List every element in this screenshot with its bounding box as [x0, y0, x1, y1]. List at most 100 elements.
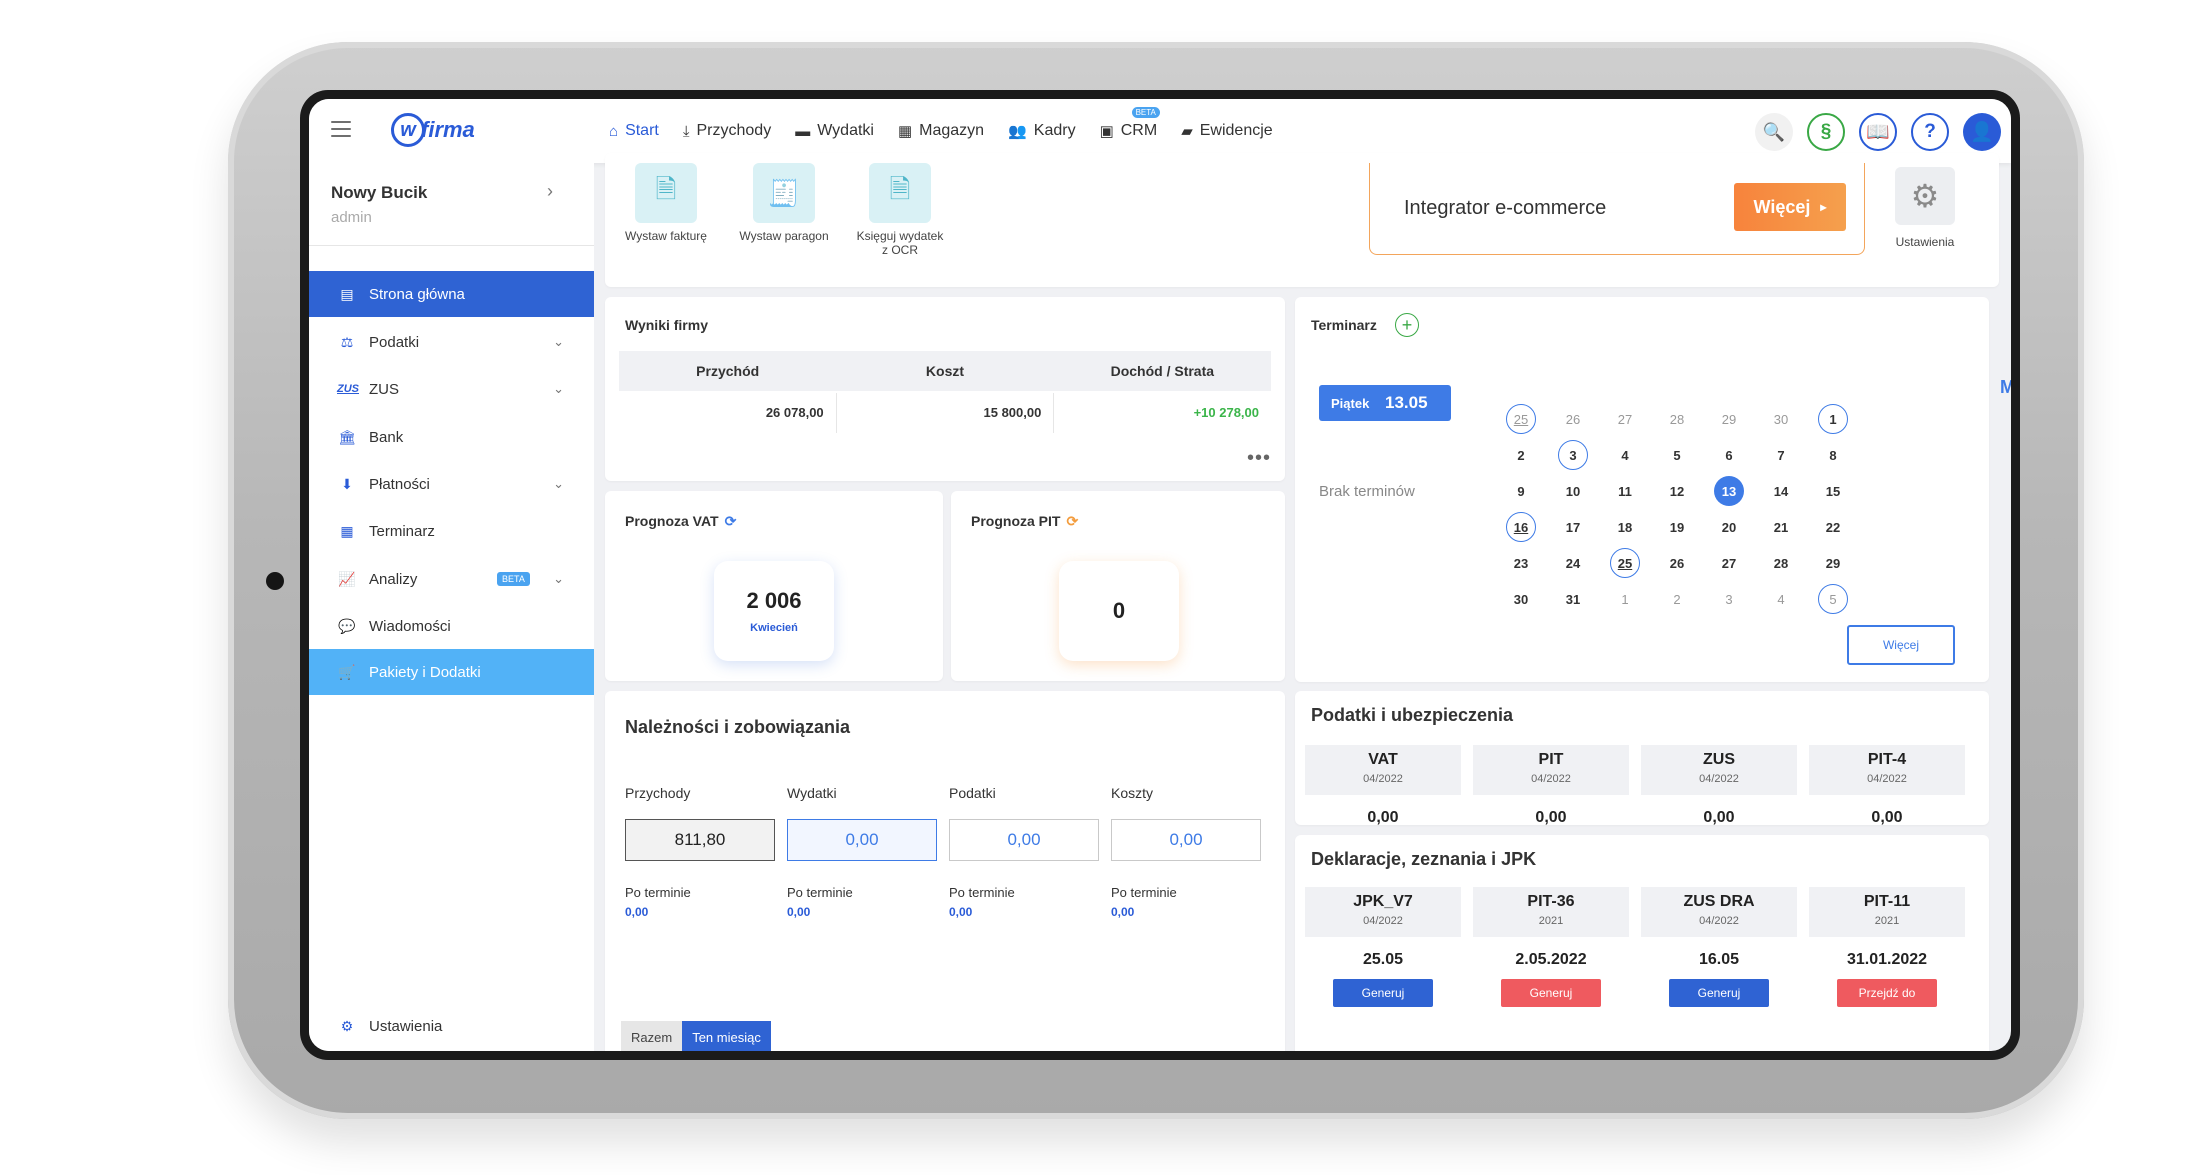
koszty-value-box[interactable]: 0,00: [1111, 819, 1261, 861]
calendar-day[interactable]: 5: [1807, 581, 1859, 617]
calendar-day[interactable]: 13: [1703, 473, 1755, 509]
calendar-day[interactable]: 27: [1703, 545, 1755, 581]
quick-action-ksieguj-ocr[interactable]: 🗎 Księguj wydatek z OCR: [845, 163, 955, 257]
calendar-day[interactable]: 3: [1547, 437, 1599, 473]
calendar-day[interactable]: 6: [1703, 437, 1755, 473]
calendar-day[interactable]: 8: [1807, 437, 1859, 473]
tax-action-button[interactable]: Generuj: [1333, 979, 1433, 1007]
sidebar-item-podatki[interactable]: ⚖ Podatki ⌄: [309, 319, 594, 365]
sidebar-item-wiadomosci[interactable]: 💬 Wiadomości: [309, 603, 594, 649]
gear-icon[interactable]: ⚙: [1895, 167, 1955, 225]
chevron-down-icon[interactable]: ⌄: [553, 334, 564, 350]
calendar-day[interactable]: 12: [1651, 473, 1703, 509]
pit-forecast-box[interactable]: 0: [1059, 561, 1179, 661]
calendar-day[interactable]: 26: [1547, 401, 1599, 437]
vat-forecast-box[interactable]: 2 006 Kwiecień: [714, 561, 834, 661]
chevron-down-icon[interactable]: ⌄: [553, 476, 564, 492]
overdue-label: Po terminie: [949, 885, 1015, 900]
calendar-day[interactable]: 9: [1495, 473, 1547, 509]
calendar-day[interactable]: 26: [1651, 545, 1703, 581]
tax-name: PIT: [1538, 751, 1564, 768]
chart-icon: 📈: [338, 570, 356, 587]
sidebar-item-zus[interactable]: ZUS ZUS ⌄: [309, 366, 594, 412]
tax-action-button[interactable]: Generuj: [1501, 979, 1601, 1007]
calendar-day[interactable]: 2: [1651, 581, 1703, 617]
sidebar-item-bank[interactable]: 🏛 Bank: [309, 414, 594, 460]
paragraph-icon[interactable]: §: [1807, 113, 1845, 151]
tax-value: 0,00: [1535, 809, 1567, 826]
toggle-ten-miesiac[interactable]: Ten miesiąc: [682, 1021, 771, 1051]
calendar-day[interactable]: 31: [1547, 581, 1599, 617]
calendar-day[interactable]: 25: [1495, 401, 1547, 437]
sidebar-item-strona-glowna[interactable]: ▤ Strona główna: [309, 271, 594, 317]
calendar-day[interactable]: 29: [1807, 545, 1859, 581]
company-name[interactable]: Nowy Bucik: [331, 183, 427, 203]
calendar-day[interactable]: 16: [1495, 509, 1547, 545]
calendar-day[interactable]: 18: [1599, 509, 1651, 545]
calendar-day[interactable]: 10: [1547, 473, 1599, 509]
quick-action-wystaw-paragon[interactable]: 🧾 Wystaw paragon: [729, 163, 839, 243]
chevron-down-icon[interactable]: ⌄: [553, 381, 564, 397]
calendar-day-number: 19: [1669, 519, 1685, 535]
calendar-day[interactable]: 5: [1651, 437, 1703, 473]
calendar-day[interactable]: 17: [1547, 509, 1599, 545]
calendar-day[interactable]: 4: [1599, 437, 1651, 473]
calendar-day[interactable]: 30: [1495, 581, 1547, 617]
calendar-day[interactable]: 2: [1495, 437, 1547, 473]
calendar-day[interactable]: 1: [1599, 581, 1651, 617]
hamburger-menu-icon[interactable]: [331, 121, 351, 137]
calendar-day[interactable]: 15: [1807, 473, 1859, 509]
sidebar-item-pakiety[interactable]: 🛒 Pakiety i Dodatki: [309, 649, 594, 695]
calendar-day[interactable]: 30: [1755, 401, 1807, 437]
calendar-day[interactable]: 3: [1703, 581, 1755, 617]
calendar-day[interactable]: 4: [1755, 581, 1807, 617]
chevron-right-icon[interactable]: ›: [547, 181, 553, 202]
toggle-razem[interactable]: Razem: [621, 1021, 683, 1051]
card-title: Wyniki firmy: [625, 317, 708, 333]
book-icon[interactable]: 📖: [1859, 113, 1897, 151]
calendar-day[interactable]: 24: [1547, 545, 1599, 581]
sidebar-item-terminarz[interactable]: ▦ Terminarz: [309, 508, 594, 554]
wydatki-value-box[interactable]: 0,00: [787, 819, 937, 861]
selected-date: 13.05: [1385, 393, 1428, 412]
sidebar-item-ustawienia[interactable]: ⚙ Ustawienia: [309, 1003, 594, 1049]
wfirma-logo[interactable]: w firma: [391, 113, 475, 147]
tax-action-button[interactable]: Przejdź do: [1837, 979, 1937, 1007]
quick-action-wystaw-fakture[interactable]: 🗎 Wystaw fakturę: [611, 163, 721, 243]
sidebar-item-analizy[interactable]: 📈 Analizy BETA ⌄: [309, 556, 594, 602]
calendar-day[interactable]: 28: [1755, 545, 1807, 581]
tax-column-header: ZUS 04/2022: [1641, 745, 1797, 795]
user-icon[interactable]: 👤: [1963, 113, 2001, 151]
card-title: Podatki i ubezpieczenia: [1311, 705, 1514, 725]
calendar-icon: ▦: [340, 522, 354, 539]
calendar-day[interactable]: 20: [1703, 509, 1755, 545]
calendar-day[interactable]: 1: [1807, 401, 1859, 437]
calendar-day[interactable]: 21: [1755, 509, 1807, 545]
integrator-more-button[interactable]: Więcej ▸: [1734, 183, 1846, 231]
podatki-value-box[interactable]: 0,00: [949, 819, 1099, 861]
calendar-day[interactable]: 22: [1807, 509, 1859, 545]
calendar-day[interactable]: 11: [1599, 473, 1651, 509]
calendar-day[interactable]: 19: [1651, 509, 1703, 545]
add-event-icon[interactable]: +: [1395, 313, 1419, 337]
tax-action-button[interactable]: Generuj: [1669, 979, 1769, 1007]
top-icons: 🔍 § 📖 ? 👤: [1755, 113, 2001, 151]
przychody-value-box[interactable]: 811,80: [625, 819, 775, 861]
calendar-day[interactable]: 27: [1599, 401, 1651, 437]
tax-name: PIT-36: [1527, 893, 1575, 910]
search-icon[interactable]: 🔍: [1755, 113, 1793, 151]
tax-period: 2021: [1538, 915, 1564, 927]
refresh-icon[interactable]: ⟳: [725, 513, 737, 530]
calendar-day[interactable]: 23: [1495, 545, 1547, 581]
calendar-more-button[interactable]: Więcej: [1847, 625, 1955, 665]
calendar-day[interactable]: 14: [1755, 473, 1807, 509]
calendar-day[interactable]: 29: [1703, 401, 1755, 437]
more-options-icon[interactable]: •••: [1247, 447, 1271, 470]
calendar-day[interactable]: 28: [1651, 401, 1703, 437]
calendar-day[interactable]: 25: [1599, 545, 1651, 581]
help-icon[interactable]: ?: [1911, 113, 1949, 151]
refresh-icon[interactable]: ⟳: [1066, 513, 1078, 530]
sidebar-item-platnosci[interactable]: ⬇ Płatności ⌄: [309, 461, 594, 507]
chevron-down-icon[interactable]: ⌄: [553, 571, 564, 587]
calendar-day[interactable]: 7: [1755, 437, 1807, 473]
